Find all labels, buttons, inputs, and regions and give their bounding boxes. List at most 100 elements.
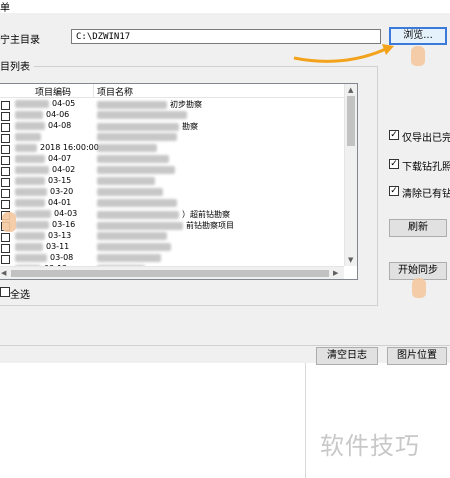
row-name bbox=[97, 143, 160, 152]
row-name bbox=[97, 253, 164, 262]
row-name: 前钻勘察项目 bbox=[97, 220, 234, 231]
annotation-arrow bbox=[293, 44, 394, 63]
redacted-text bbox=[15, 198, 45, 207]
row-code: 2018 16:00:00 bbox=[15, 143, 99, 152]
row-code: 04-01 bbox=[15, 198, 71, 207]
column-separator[interactable] bbox=[93, 84, 94, 97]
row-checkbox[interactable] bbox=[1, 112, 10, 121]
scroll-up-icon[interactable]: ▲ bbox=[348, 86, 353, 94]
clear-log-button[interactable]: 清空日志 bbox=[316, 347, 378, 365]
redacted-text bbox=[97, 187, 163, 196]
row-name-text: 勘察 bbox=[182, 122, 198, 131]
row-checkbox[interactable] bbox=[1, 178, 10, 187]
row-code-text: 03-15 bbox=[48, 176, 72, 185]
image-location-button[interactable]: 图片位置 bbox=[387, 347, 447, 365]
row-checkbox[interactable] bbox=[1, 244, 10, 253]
window-title: 单 bbox=[0, 3, 10, 14]
header-code[interactable]: 项目编码 bbox=[35, 85, 71, 98]
row-code: 03-08 bbox=[15, 253, 73, 262]
row-name-text: 前钻勘察项目 bbox=[186, 221, 234, 230]
row-code bbox=[15, 132, 44, 141]
redacted-text bbox=[97, 143, 157, 152]
redacted-text bbox=[97, 176, 155, 185]
row-name bbox=[97, 154, 172, 163]
row-code-text: 04-06 bbox=[46, 110, 70, 119]
row-checkbox[interactable] bbox=[1, 200, 10, 209]
refresh-button[interactable]: 刷新 bbox=[389, 219, 447, 237]
scroll-down-icon[interactable]: ▼ bbox=[348, 256, 353, 264]
row-name bbox=[97, 176, 158, 185]
select-all-label: 全选 bbox=[10, 290, 30, 301]
redacted-text bbox=[97, 253, 161, 262]
redacted-text bbox=[15, 132, 41, 141]
list-header: 项目编码 项目名称 bbox=[0, 84, 344, 98]
horizontal-scroll-thumb[interactable] bbox=[11, 270, 329, 277]
row-code: 04-05 bbox=[15, 99, 75, 108]
row-code-text: 03-13 bbox=[48, 231, 72, 240]
redacted-text bbox=[97, 100, 167, 109]
row-checkbox[interactable] bbox=[1, 101, 10, 110]
row-name: 初步勘察 bbox=[97, 99, 202, 110]
pointer-hand-icon bbox=[2, 212, 16, 232]
row-name: 勘察 bbox=[97, 121, 198, 132]
vertical-scrollbar[interactable]: ▲ ▼ bbox=[344, 84, 357, 266]
scroll-right-icon[interactable]: ▶ bbox=[333, 269, 338, 277]
redacted-text bbox=[97, 198, 177, 207]
header-name[interactable]: 项目名称 bbox=[97, 85, 133, 98]
redacted-text bbox=[15, 187, 47, 196]
row-code-text: 04-01 bbox=[48, 198, 72, 207]
pointer-hand-icon bbox=[411, 46, 425, 66]
scroll-left-icon[interactable]: ◀ bbox=[1, 269, 6, 277]
row-name bbox=[97, 242, 174, 251]
vertical-scroll-thumb[interactable] bbox=[347, 96, 355, 146]
row-checkbox[interactable] bbox=[1, 156, 10, 165]
row-code-text: 04-05 bbox=[52, 99, 76, 108]
sync-dialog: 单 宁主目录 C:\DZWIN17 浏览... 目列表 项目编码 项目名称 04… bbox=[0, 0, 450, 365]
row-checkbox[interactable] bbox=[1, 167, 10, 176]
row-name bbox=[97, 165, 178, 174]
project-list[interactable]: 项目编码 项目名称 04-05 初步勘察 04-06 04-08 勘察 2018 16:0… bbox=[0, 83, 358, 280]
row-checkbox[interactable] bbox=[1, 123, 10, 132]
row-code: 03-15 bbox=[15, 176, 71, 185]
row-code-text: 03-20 bbox=[50, 187, 74, 196]
title-bar: 单 bbox=[0, 0, 450, 14]
redacted-text bbox=[97, 110, 187, 119]
row-code: 04-07 bbox=[15, 154, 71, 163]
row-name bbox=[97, 187, 166, 196]
pointer-hand-icon bbox=[412, 278, 426, 298]
row-checkbox[interactable] bbox=[1, 255, 10, 264]
redacted-text bbox=[97, 165, 175, 174]
row-name-text: 初步勘察 bbox=[170, 100, 202, 109]
row-code: 04-08 bbox=[15, 121, 71, 130]
row-code: 04-02 bbox=[15, 165, 75, 174]
redacted-text bbox=[15, 253, 47, 262]
log-area[interactable] bbox=[0, 363, 306, 478]
redacted-text bbox=[97, 242, 171, 251]
project-list-title: 目列表 bbox=[0, 58, 34, 73]
redacted-text bbox=[15, 154, 45, 163]
export-completed-checkbox[interactable]: ✓ bbox=[389, 130, 399, 140]
row-name bbox=[97, 132, 180, 141]
row-checkbox[interactable] bbox=[1, 145, 10, 154]
watermark: 软件技巧 bbox=[320, 432, 420, 460]
redacted-text bbox=[15, 176, 45, 185]
row-checkbox[interactable] bbox=[1, 189, 10, 198]
row-checkbox[interactable] bbox=[1, 134, 10, 143]
clear-boreholes-checkbox[interactable]: ✓ bbox=[389, 186, 399, 196]
redacted-text bbox=[97, 154, 169, 163]
select-all-checkbox[interactable] bbox=[0, 287, 10, 297]
redacted-text bbox=[15, 99, 49, 108]
row-code-text: 03-11 bbox=[46, 242, 70, 251]
row-code: 04-06 bbox=[15, 110, 69, 119]
row-name: ）超前钻勘察 bbox=[97, 209, 230, 220]
row-code-text: 04-08 bbox=[48, 121, 72, 130]
row-checkbox[interactable] bbox=[1, 233, 10, 242]
row-code: 03-13 bbox=[15, 231, 71, 240]
redacted-text bbox=[97, 231, 167, 240]
export-completed-label: 仅导出已完成 bbox=[402, 133, 450, 144]
download-photos-checkbox[interactable]: ✓ bbox=[389, 159, 399, 169]
redacted-text bbox=[15, 143, 37, 152]
row-code-text: 03-08 bbox=[50, 253, 74, 262]
horizontal-scrollbar[interactable]: ◀ ▶ bbox=[0, 266, 344, 279]
row-code-text: 04-02 bbox=[52, 165, 76, 174]
